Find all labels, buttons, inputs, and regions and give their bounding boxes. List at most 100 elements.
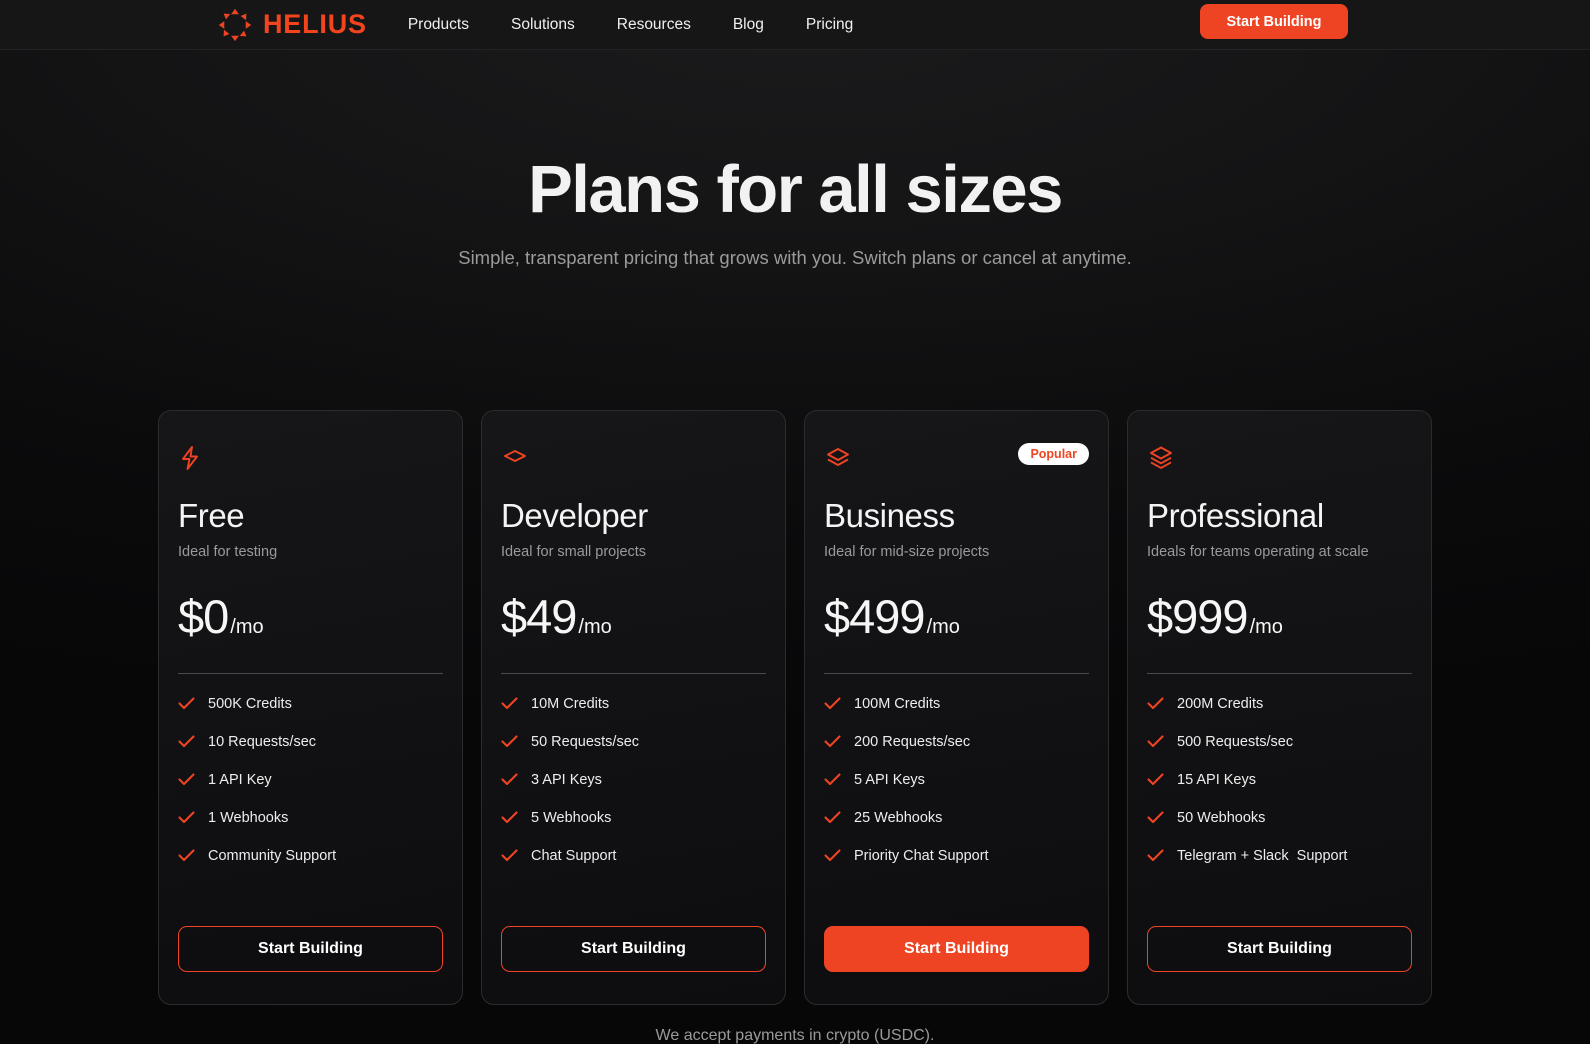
feature-item: 1 Webhooks: [178, 810, 443, 826]
plan-price-currency: $: [824, 589, 850, 643]
brand-logo[interactable]: HELIUS: [218, 8, 367, 42]
check-icon: [501, 811, 518, 824]
plan-name: Professional: [1147, 497, 1324, 534]
feature-item: 50 Webhooks: [1147, 810, 1412, 826]
feature-label: 1 API Key: [208, 771, 272, 788]
feature-label: 5 Webhooks: [531, 809, 612, 826]
feature-label: 25 Webhooks: [854, 809, 943, 826]
page-title: Plans for all sizes: [528, 152, 1063, 227]
popular-badge: Popular: [1018, 443, 1089, 466]
check-icon: [178, 811, 195, 824]
feature-item: 25 Webhooks: [824, 810, 1089, 826]
plan-start-building-button[interactable]: Start Building: [824, 926, 1089, 972]
card-divider: [1147, 672, 1412, 674]
check-icon: [1147, 811, 1164, 824]
feature-label: 10M Credits: [531, 695, 610, 712]
feature-label: 200M Credits: [1177, 695, 1264, 712]
feature-item: 50 Requests/sec: [501, 734, 766, 750]
plan-price-amount: 0: [203, 589, 229, 643]
feature-label: 200 Requests/sec: [854, 733, 971, 750]
plan-price-period: /mo: [230, 615, 264, 638]
plan-price-currency: $: [501, 589, 527, 643]
feature-item: 100M Credits: [824, 696, 1089, 712]
feature-item: Telegram + Slack Support: [1147, 848, 1412, 864]
check-icon: [501, 773, 518, 786]
plan-price-currency: $: [178, 589, 204, 643]
plan-description: Ideal for testing: [178, 543, 278, 560]
feature-item: 5 Webhooks: [501, 810, 766, 826]
feature-item: 1 API Key: [178, 772, 443, 788]
card-divider: [178, 672, 443, 674]
feature-label: Telegram + Slack Support: [1177, 847, 1348, 864]
plan-price-currency: $: [1147, 589, 1173, 643]
feature-label: 5 API Keys: [854, 771, 925, 788]
plan-price-amount: 999: [1172, 589, 1248, 643]
pricing-cards: Free Ideal for testing $ 0 /mo 500K Cred…: [0, 410, 1590, 1005]
plan-name: Developer: [501, 497, 648, 534]
brand-name: HELIUS: [263, 9, 367, 39]
feature-label: 1 Webhooks: [208, 809, 289, 826]
plan-name: Business: [824, 497, 955, 534]
feature-item: 10 Requests/sec: [178, 734, 443, 750]
check-icon: [824, 773, 841, 786]
plan-start-building-button[interactable]: Start Building: [501, 926, 766, 972]
diamond-outline-icon: [501, 445, 766, 471]
layers-three-icon: [1147, 445, 1412, 471]
check-icon: [824, 849, 841, 862]
header-start-building-button[interactable]: Start Building: [1200, 4, 1348, 39]
check-icon: [824, 735, 841, 748]
plan-price: $ 499 /mo: [824, 593, 1089, 640]
sun-burst-icon: [218, 8, 252, 41]
plan-start-building-button[interactable]: Start Building: [178, 926, 443, 972]
hero-section: Plans for all sizes Simple, transparent …: [0, 156, 1590, 269]
check-icon: [824, 697, 841, 710]
check-icon: [1147, 697, 1164, 710]
check-icon: [178, 735, 195, 748]
plan-description: Ideal for small projects: [501, 543, 647, 560]
page-subtitle: Simple, transparent pricing that grows w…: [458, 247, 1132, 268]
plan-price: $ 49 /mo: [501, 593, 766, 640]
feature-item: Community Support: [178, 848, 443, 864]
nav-item-blog[interactable]: Blog: [733, 16, 764, 34]
feature-label: 100M Credits: [854, 695, 941, 712]
feature-item: 15 API Keys: [1147, 772, 1412, 788]
feature-label: 50 Requests/sec: [531, 733, 640, 750]
plan-description: Ideal for mid-size projects: [824, 543, 990, 560]
feature-label: Priority Chat Support: [854, 847, 989, 864]
check-icon: [1147, 735, 1164, 748]
plan-name: Free: [178, 497, 245, 534]
nav-item-products[interactable]: Products: [408, 16, 469, 34]
nav-item-resources[interactable]: Resources: [617, 16, 691, 34]
plan-price-period: /mo: [1249, 615, 1283, 638]
plan-price-amount: 49: [526, 589, 577, 643]
feature-item: Chat Support: [501, 848, 766, 864]
feature-label: 3 API Keys: [531, 771, 602, 788]
payment-note: We accept payments in crypto (USDC).: [655, 1027, 935, 1044]
check-icon: [501, 697, 518, 710]
main-navigation: Products Solutions Resources Blog Pricin…: [408, 16, 853, 34]
feature-label: 500 Requests/sec: [1177, 733, 1294, 750]
feature-label: 15 API Keys: [1177, 771, 1256, 788]
feature-label: Community Support: [208, 847, 337, 864]
site-header: HELIUS Products Solutions Resources Blog…: [0, 0, 1590, 50]
card-divider: [501, 672, 766, 674]
plan-price: $ 999 /mo: [1147, 593, 1412, 640]
feature-list: 200M Credits 500 Requests/sec 15 API Key…: [1147, 696, 1412, 864]
feature-item: 5 API Keys: [824, 772, 1089, 788]
check-icon: [178, 697, 195, 710]
lightning-bolt-icon: [178, 445, 443, 471]
plan-start-building-button[interactable]: Start Building: [1147, 926, 1412, 972]
check-icon: [178, 849, 195, 862]
check-icon: [1147, 849, 1164, 862]
feature-label: 500K Credits: [208, 695, 292, 712]
check-icon: [824, 811, 841, 824]
nav-item-solutions[interactable]: Solutions: [511, 16, 575, 34]
plan-description: Ideals for teams operating at scale: [1147, 543, 1369, 560]
check-icon: [178, 773, 195, 786]
feature-item: 500K Credits: [178, 696, 443, 712]
check-icon: [501, 849, 518, 862]
feature-label: 50 Webhooks: [1177, 809, 1266, 826]
feature-item: 200M Credits: [1147, 696, 1412, 712]
nav-item-pricing[interactable]: Pricing: [806, 16, 853, 34]
card-divider: [824, 672, 1089, 674]
